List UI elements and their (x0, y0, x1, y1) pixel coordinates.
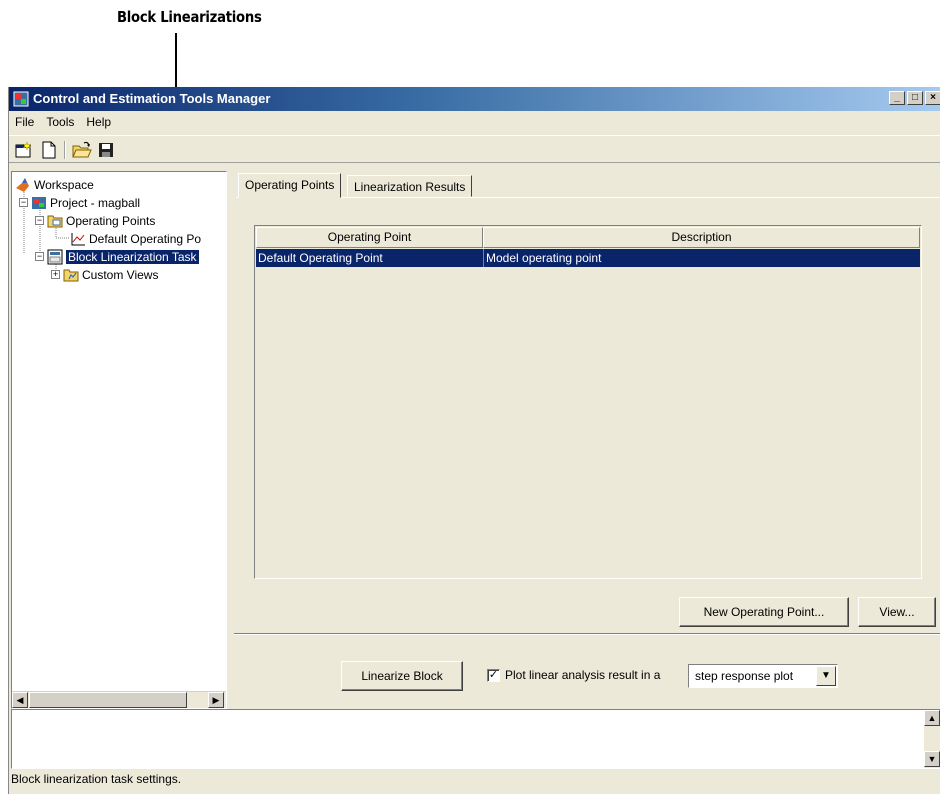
chevron-down-icon[interactable]: ▼ (816, 666, 836, 686)
save-icon (99, 143, 113, 157)
tree-item-workspace[interactable]: Workspace (15, 176, 94, 194)
expand-project-toggle[interactable]: − (19, 198, 28, 207)
menu-tools[interactable]: Tools (40, 113, 80, 133)
view-button[interactable]: View... (858, 597, 936, 627)
column-header-description[interactable]: Description (483, 227, 920, 248)
project-icon (32, 197, 46, 209)
operating-points-table: Operating Point Description Default Oper… (254, 225, 922, 579)
tree-item-project[interactable]: Project - magball (31, 194, 140, 212)
minimize-button[interactable]: _ (889, 91, 905, 105)
message-console[interactable]: ▲ ▼ (11, 709, 940, 769)
expand-block-linearization-toggle[interactable]: − (35, 252, 44, 261)
scrollbar-thumb[interactable] (29, 692, 187, 708)
scroll-left-icon[interactable]: ◀ (12, 692, 28, 708)
plot-result-label: Plot linear analysis result in a (505, 668, 661, 682)
operating-point-icon (71, 233, 85, 246)
app-window: Control and Estimation Tools Manager _ □… (8, 87, 940, 794)
tree-horizontal-scrollbar[interactable]: ◀ ▶ (12, 691, 226, 708)
cell-operating-point: Default Operating Point (258, 251, 383, 265)
window-title: Control and Estimation Tools Manager (33, 91, 271, 106)
scroll-down-icon[interactable]: ▼ (924, 751, 940, 767)
custom-views-folder-icon (63, 269, 79, 282)
plot-type-select[interactable]: step response plot ▼ (688, 664, 838, 688)
panel-divider (234, 633, 940, 635)
console-vertical-scrollbar[interactable]: ▲ ▼ (924, 710, 940, 768)
tree-item-block-linearization-task[interactable]: Block Linearization Task (47, 248, 199, 266)
linearize-block-button[interactable]: Linearize Block (341, 661, 463, 691)
open-button[interactable] (71, 140, 93, 160)
new-operating-point-button[interactable]: New Operating Point... (679, 597, 849, 627)
tab-linearization-results[interactable]: Linearization Results (347, 175, 473, 197)
new-project-button[interactable] (13, 140, 35, 160)
new-task-icon (42, 141, 56, 159)
menu-bar: File Tools Help (9, 113, 117, 133)
scroll-right-icon[interactable]: ▶ (208, 692, 224, 708)
open-folder-icon (72, 141, 92, 158)
matlab-logo-icon (16, 178, 29, 192)
save-button[interactable] (95, 140, 117, 160)
title-bar[interactable]: Control and Estimation Tools Manager _ □… (9, 87, 940, 111)
folder-icon (47, 215, 63, 228)
expand-custom-views-toggle[interactable]: + (51, 270, 60, 279)
callout-label: Block Linearizations (117, 8, 262, 26)
tab-operating-points[interactable]: Operating Points (238, 173, 342, 198)
cell-description: Model operating point (483, 249, 920, 267)
maximize-button[interactable]: □ (907, 91, 923, 105)
close-button[interactable]: × (925, 91, 940, 105)
tree-panel: Workspace − Project - magball − Operatin… (11, 171, 227, 709)
scroll-up-icon[interactable]: ▲ (924, 710, 940, 726)
expand-operating-points-toggle[interactable]: − (35, 216, 44, 225)
tree-item-default-operating-point[interactable]: Default Operating Po (70, 230, 201, 248)
menu-file[interactable]: File (9, 113, 40, 133)
new-project-icon (15, 141, 32, 158)
linearization-task-icon (47, 249, 63, 265)
app-icon (13, 91, 29, 107)
table-row[interactable]: Default Operating Point Model operating … (256, 249, 920, 267)
column-header-operating-point[interactable]: Operating Point (256, 227, 483, 248)
toolbar (9, 135, 940, 163)
tree-item-custom-views[interactable]: Custom Views (63, 266, 158, 284)
new-task-button[interactable] (38, 140, 60, 160)
status-bar: Block linearization task settings. (11, 772, 182, 786)
menu-help[interactable]: Help (80, 113, 117, 133)
tree-item-operating-points[interactable]: Operating Points (47, 212, 155, 230)
plot-result-checkbox[interactable]: ✓ (487, 669, 500, 682)
plot-type-value: step response plot (695, 669, 794, 683)
